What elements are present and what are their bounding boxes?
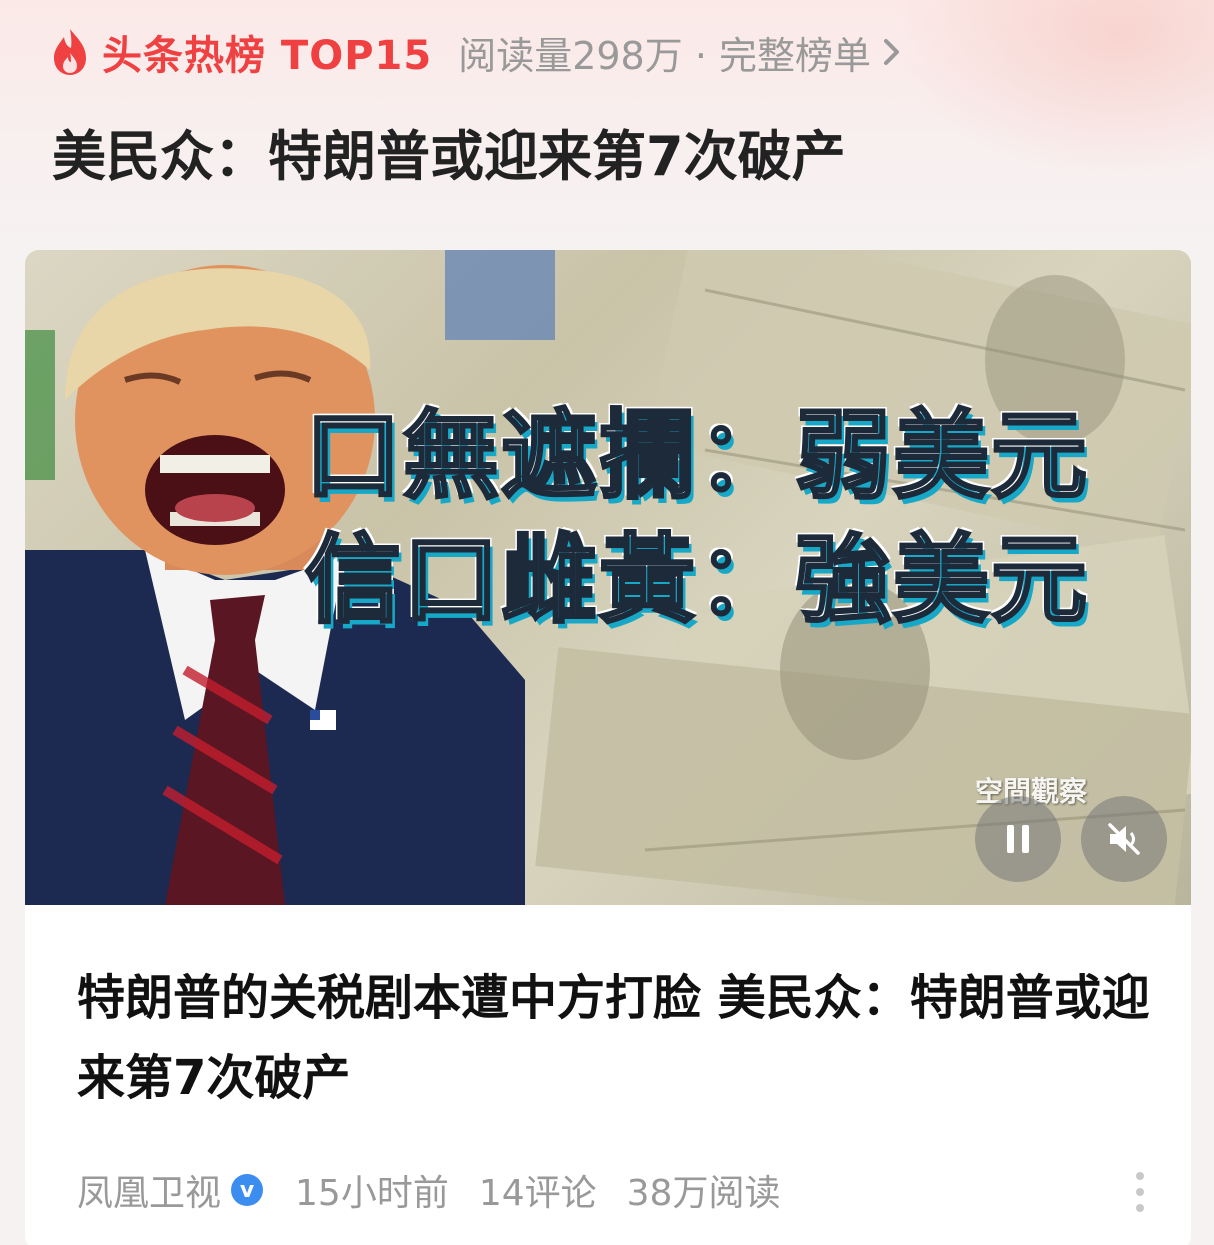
mute-icon	[1108, 823, 1140, 855]
verified-icon: v	[231, 1174, 264, 1206]
overlay-caption-1: 口無遮攔：弱美元	[304, 378, 1089, 517]
read-count-text: 阅读量298万 · 完整榜单	[458, 33, 871, 78]
more-options-icon[interactable]	[1133, 1170, 1147, 1214]
hot-list-banner[interactable]: 头条热榜 TOP15 阅读量298万 · 完整榜单	[50, 24, 903, 80]
video-player[interactable]: 口無遮攔：弱美元 信口雌黃：強美元 空間觀察	[25, 250, 1191, 905]
mute-button[interactable]	[1081, 796, 1167, 882]
pause-icon	[1007, 825, 1029, 853]
article-meta: 凤凰卫视 v 15小时前 14评论 38万阅读	[77, 1165, 780, 1215]
header-decoration	[894, 0, 1214, 180]
pause-button[interactable]	[975, 796, 1061, 882]
comment-count: 14评论	[478, 1173, 597, 1214]
full-list-link[interactable]: 阅读量298万 · 完整榜单	[458, 25, 903, 80]
chevron-right-icon	[883, 39, 899, 65]
article-card[interactable]: 口無遮攔：弱美元 信口雌黃：強美元 空間觀察 特朗普的关税剧本遭中方打脸 美民众…	[25, 250, 1191, 1245]
article-title[interactable]: 特朗普的关税剧本遭中方打脸 美民众：特朗普或迎来第7次破产	[77, 958, 1157, 1118]
hot-list-label: 头条热榜 TOP15	[102, 33, 433, 79]
hot-list-page: 头条热榜 TOP15 阅读量298万 · 完整榜单 美民众：特朗普或迎来第7次破…	[0, 0, 1214, 1245]
read-count: 38万阅读	[626, 1173, 781, 1214]
overlay-caption-2: 信口雌黃：強美元	[304, 502, 1089, 641]
publish-time: 15小时前	[295, 1173, 449, 1214]
source-name[interactable]: 凤凰卫视	[77, 1164, 221, 1216]
page-title: 美民众：特朗普或迎来第7次破产	[52, 125, 846, 188]
flame-icon	[54, 29, 86, 75]
